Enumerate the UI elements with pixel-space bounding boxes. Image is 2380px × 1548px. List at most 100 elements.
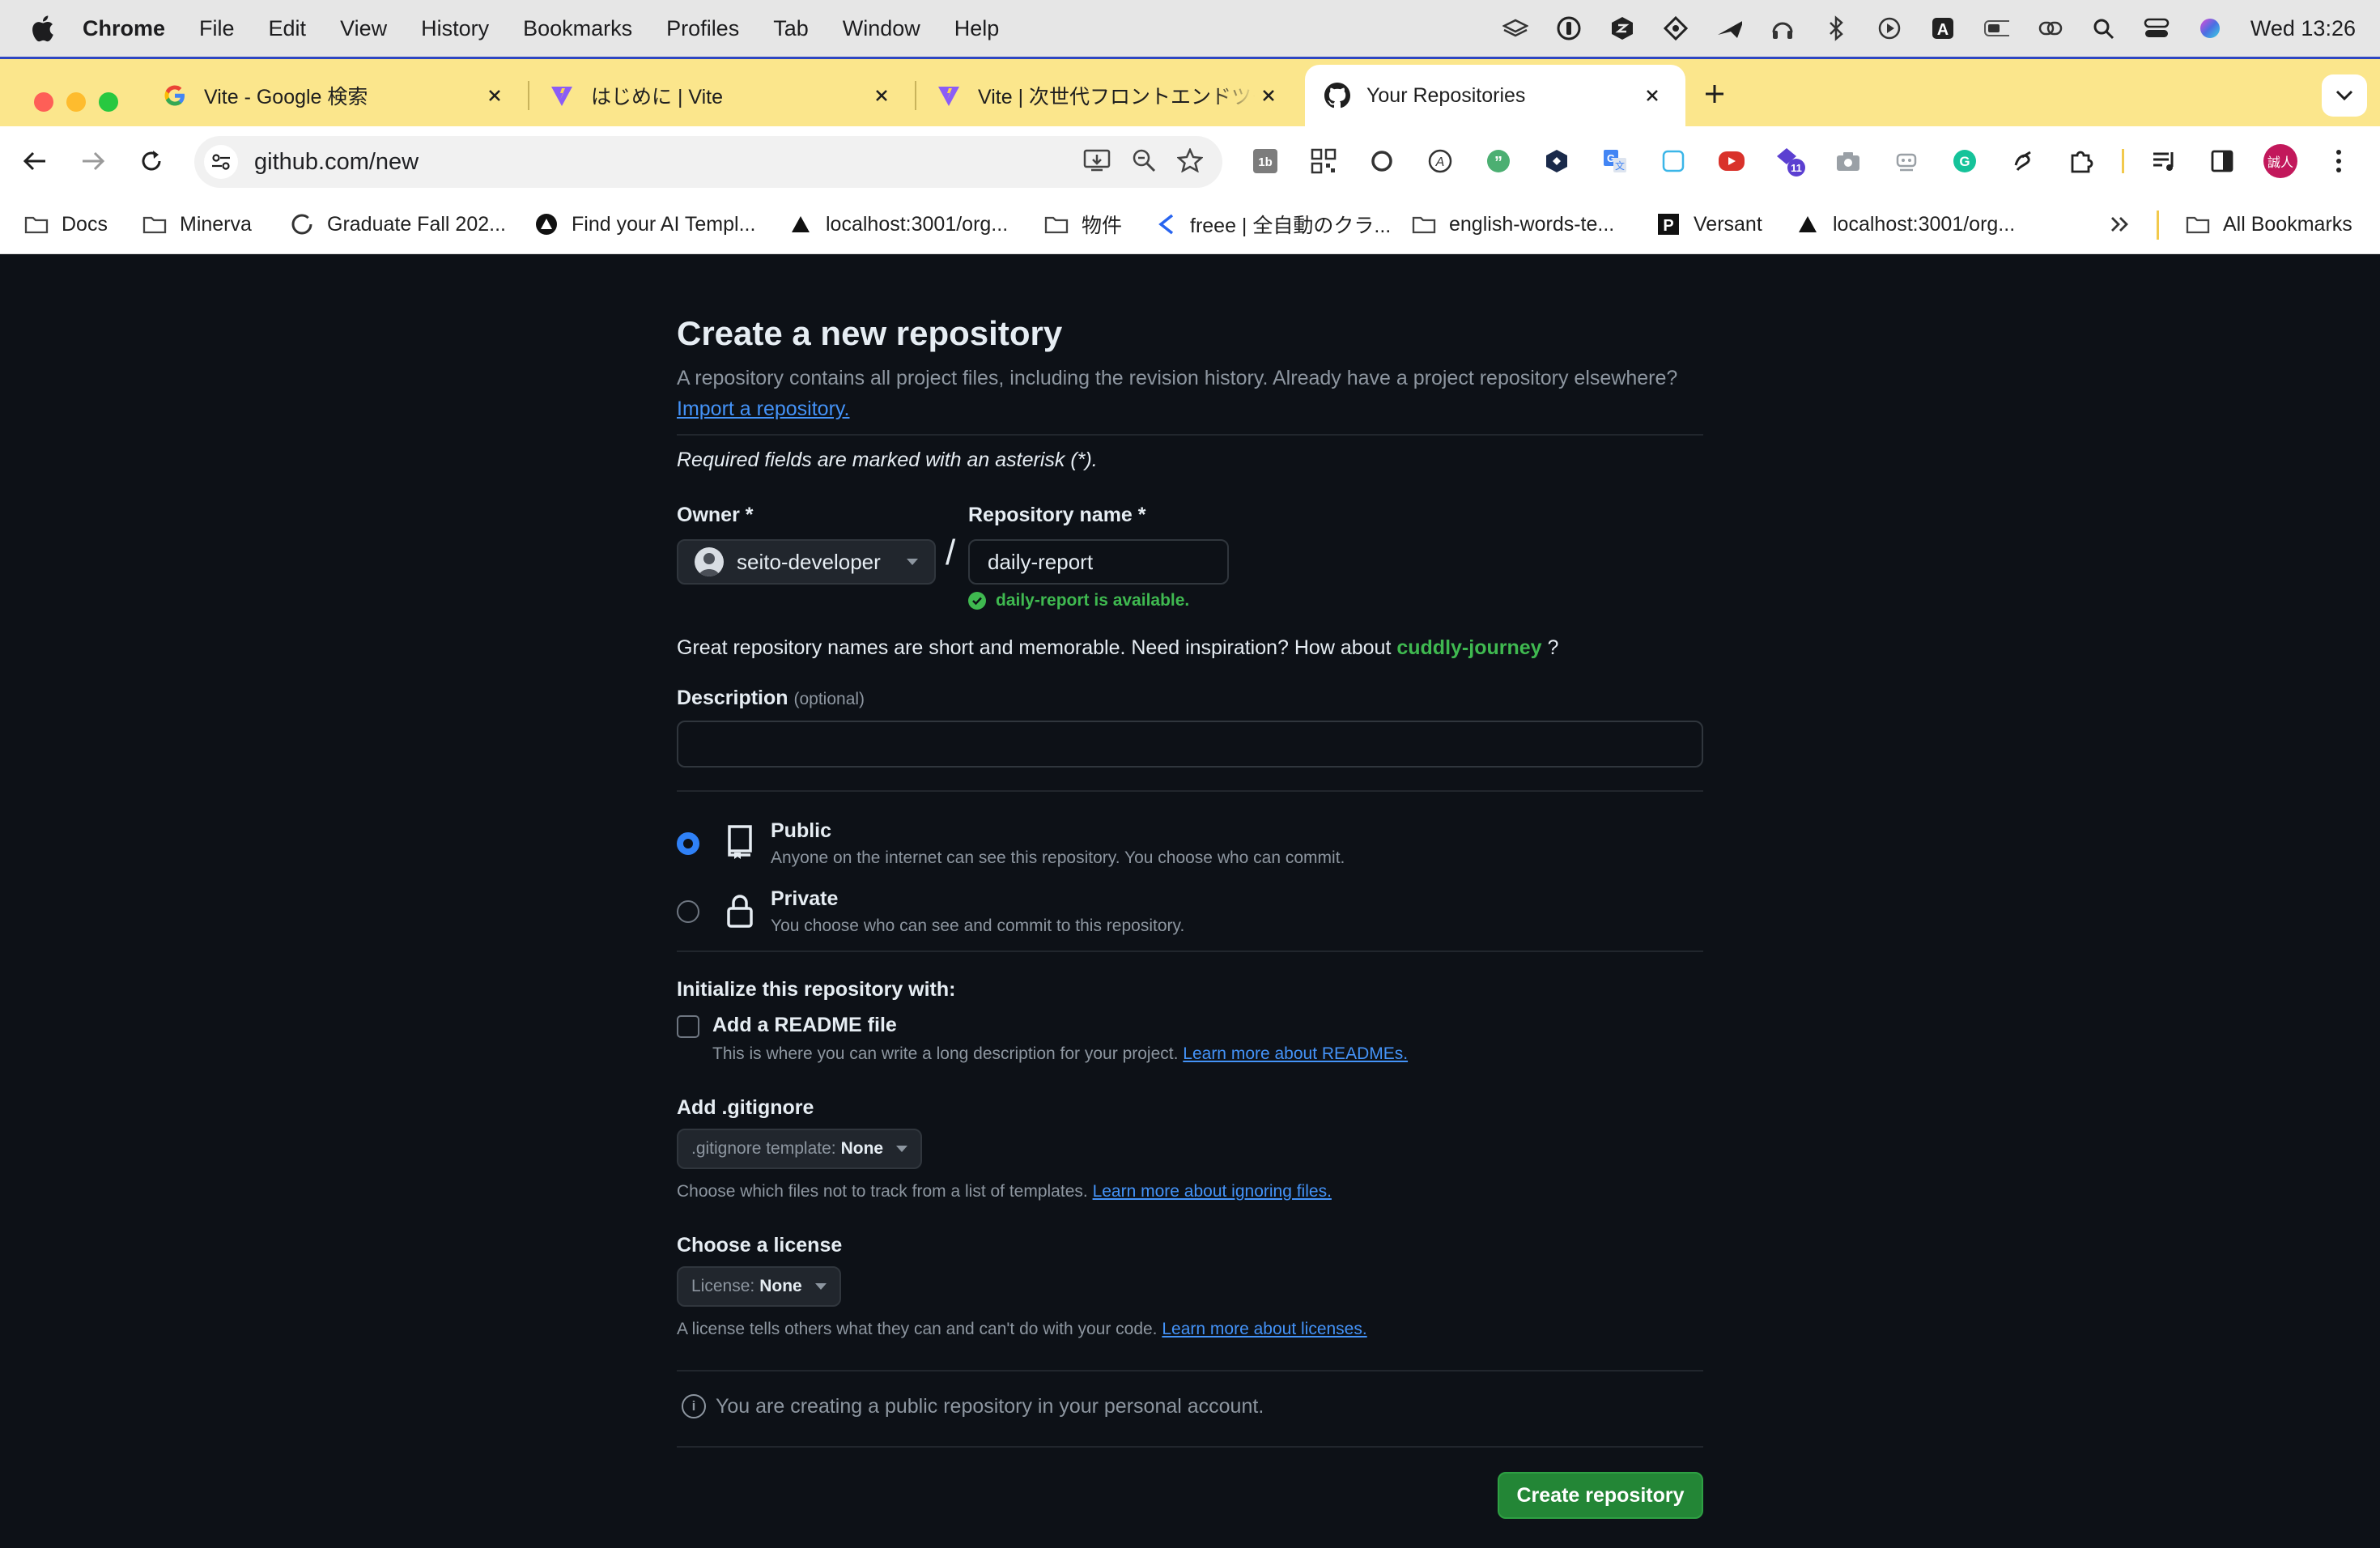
menu-edit[interactable]: Edit (269, 0, 307, 57)
qr-code-icon[interactable] (1305, 142, 1342, 180)
address-bar[interactable]: github.com/new (194, 136, 1222, 188)
media-control-icon[interactable] (2145, 142, 2182, 180)
bluetooth-icon[interactable] (1823, 15, 1849, 41)
bookmark-item[interactable]: localhost:3001/org... (1796, 196, 2015, 253)
extensions-puzzle-icon[interactable] (2063, 142, 2100, 180)
install-app-icon[interactable] (1083, 148, 1111, 176)
zoom-window-button[interactable] (99, 92, 118, 112)
close-tab-icon[interactable] (1638, 82, 1666, 109)
close-tab-icon[interactable] (868, 82, 895, 109)
gitignore-learn-more-link[interactable]: Learn more about ignoring files. (1093, 1182, 1332, 1201)
tab-vite-home[interactable]: Vite | 次世代フロントエンドツール (916, 65, 1302, 126)
bookmark-item[interactable]: Minerva (142, 196, 252, 253)
name-suggestion-link[interactable]: cuddly-journey (1396, 636, 1541, 659)
gitignore-select-value: None (840, 1139, 884, 1158)
readme-checkbox[interactable] (677, 1015, 699, 1038)
visibility-option-public[interactable]: Public Anyone on the internet can see th… (677, 818, 1703, 874)
owner-select[interactable]: seito-developer (677, 539, 936, 585)
play-circle-icon[interactable] (1876, 15, 1902, 41)
control-center-icon[interactable] (2144, 15, 2170, 41)
bookmark-item[interactable]: localhost:3001/org... (788, 196, 1008, 253)
minimize-window-button[interactable] (66, 92, 86, 112)
create-repository-button[interactable]: Create repository (1498, 1472, 1703, 1519)
back-arrow-icon[interactable] (16, 142, 53, 180)
bookmark-item[interactable]: P Versant (1656, 196, 1762, 253)
readme-learn-more-link[interactable]: Learn more about READMEs. (1183, 1044, 1408, 1063)
siri-icon[interactable] (2197, 15, 2223, 41)
badge-extension-icon[interactable]: 11 (1771, 142, 1808, 180)
more-bookmarks-chevron-icon[interactable] (2110, 196, 2131, 253)
swirl-extension-icon[interactable] (2004, 142, 2042, 180)
menu-view[interactable]: View (340, 0, 387, 57)
tab-google-search[interactable]: Vite - Google 検索 (142, 65, 528, 126)
menu-help[interactable]: Help (954, 0, 1000, 57)
jet-app-icon[interactable] (1716, 15, 1742, 41)
bookmark-item[interactable]: Docs (24, 196, 108, 253)
site-info-icon[interactable] (204, 145, 238, 179)
menu-profiles[interactable]: Profiles (666, 0, 739, 57)
tab-vite-intro[interactable]: はじめに | Vite (529, 65, 915, 126)
page-lead: A repository contains all project files,… (677, 363, 1703, 424)
git-fork-icon[interactable] (1663, 15, 1689, 41)
extension-1b-icon[interactable]: 1b (1247, 142, 1284, 180)
import-repository-link[interactable]: Import a repository. (677, 398, 850, 420)
close-tab-icon[interactable] (481, 82, 508, 109)
url-text[interactable]: github.com/new (254, 149, 1083, 176)
tab-search-chevron-icon[interactable] (2322, 74, 2367, 117)
a-circle-extension-icon[interactable]: A (1422, 142, 1459, 180)
translate-icon[interactable]: G文 (1596, 142, 1634, 180)
input-source-icon[interactable]: A (1930, 15, 1956, 41)
menu-file[interactable]: File (199, 0, 235, 57)
bookmark-star-icon[interactable] (1175, 147, 1205, 176)
bookmark-item[interactable]: Find your AI Templ... (534, 196, 755, 253)
headphones-icon[interactable] (1770, 15, 1796, 41)
tab-your-repositories[interactable]: Your Repositories (1305, 65, 1685, 126)
repo-name-input[interactable]: daily-report (968, 539, 1229, 585)
bookmark-item[interactable]: english-words-te... (1412, 196, 1614, 253)
youtube-extension-icon[interactable] (1713, 142, 1750, 180)
profile-avatar[interactable]: 誠人 (2262, 142, 2299, 180)
bookmark-item[interactable]: 物件 (1044, 196, 1122, 253)
password-manager-icon[interactable] (1556, 15, 1582, 41)
hexagon-extension-icon[interactable] (1538, 142, 1575, 180)
visibility-option-private[interactable]: Private You choose who can see and commi… (677, 886, 1703, 942)
bookmark-item[interactable]: Graduate Fall 202... (290, 196, 506, 253)
circle-extension-icon[interactable] (1363, 142, 1400, 180)
menu-clock[interactable]: Wed 13:26 (2250, 16, 2356, 41)
menu-app-name[interactable]: Chrome (83, 0, 165, 57)
zoom-icon[interactable] (1132, 148, 1156, 176)
menu-tab[interactable]: Tab (773, 0, 809, 57)
robot-extension-icon[interactable] (1888, 142, 1925, 180)
description-input[interactable] (677, 721, 1703, 768)
gitignore-template-select[interactable]: .gitignore template: None (677, 1129, 923, 1169)
license-select[interactable]: License: None (677, 1266, 841, 1307)
new-tab-plus-icon[interactable] (1697, 76, 1732, 112)
reload-icon[interactable] (133, 142, 170, 180)
camera-icon[interactable] (1830, 142, 1867, 180)
battery-icon[interactable] (1983, 15, 2009, 41)
public-subtitle: Anyone on the internet can see this repo… (771, 848, 1345, 867)
close-window-button[interactable] (34, 92, 53, 112)
quote-extension-icon[interactable]: ” (1480, 142, 1517, 180)
menu-history[interactable]: History (421, 0, 489, 57)
close-tab-icon[interactable] (1255, 82, 1282, 109)
spotlight-search-icon[interactable] (2090, 15, 2116, 41)
tab-title: Your Repositories (1366, 83, 1526, 107)
menu-bookmarks[interactable]: Bookmarks (523, 0, 632, 57)
all-bookmarks-item[interactable]: All Bookmarks (2186, 196, 2352, 253)
chrome-menu-icon[interactable] (2320, 142, 2357, 180)
license-learn-more-link[interactable]: Learn more about licenses. (1162, 1320, 1366, 1338)
apple-menu-icon[interactable] (24, 0, 60, 57)
square-extension-icon[interactable] (1655, 142, 1692, 180)
public-radio[interactable] (677, 832, 699, 855)
hex-app-icon[interactable] (1609, 15, 1635, 41)
bookmark-item[interactable]: freee | 全自動のクラ... (1153, 196, 1391, 253)
private-radio[interactable] (677, 900, 699, 923)
side-panel-icon[interactable] (2204, 142, 2241, 180)
grammarly-icon[interactable]: G (1946, 142, 1983, 180)
forward-arrow-icon[interactable] (74, 142, 112, 180)
layers-icon[interactable] (1502, 15, 1528, 41)
menu-window[interactable]: Window (843, 0, 920, 57)
readme-label[interactable]: Add a README file (712, 1014, 897, 1037)
screen-mirroring-icon[interactable] (2037, 15, 2063, 41)
